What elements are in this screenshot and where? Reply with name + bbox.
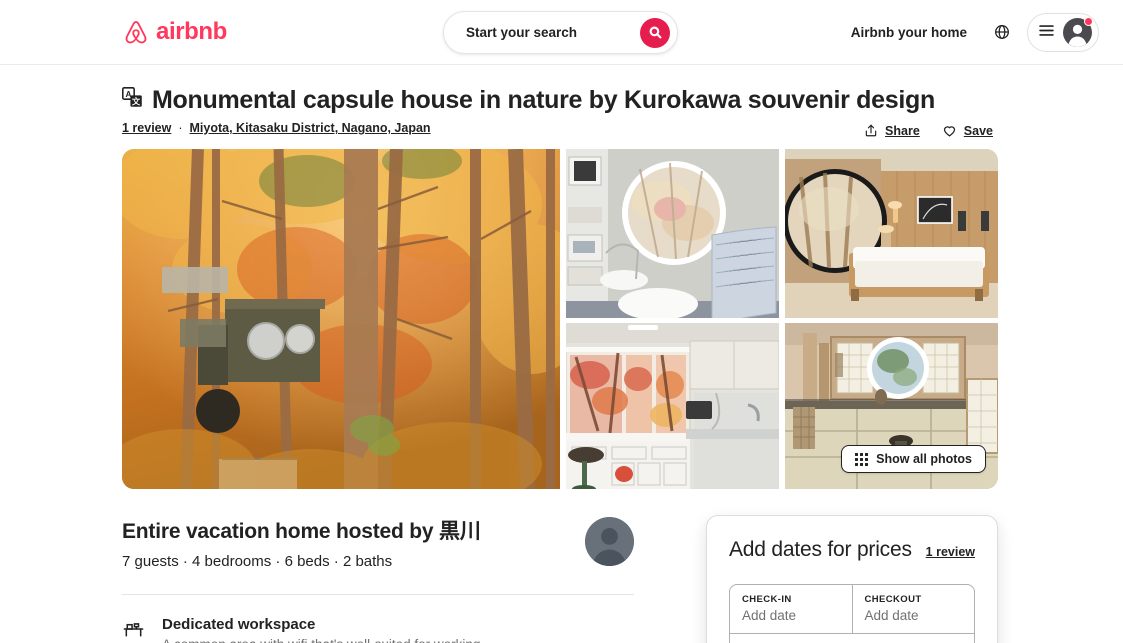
amenity-title: Dedicated workspace bbox=[162, 616, 316, 633]
amenity-dedicated-workspace: Dedicated workspace A common area with w… bbox=[122, 595, 634, 643]
gallery-photo-capsule-interior-round-window[interactable] bbox=[566, 149, 779, 318]
search-icon[interactable] bbox=[640, 17, 670, 48]
gallery-photo-capsule-house-autumn-forest[interactable] bbox=[122, 149, 560, 489]
page-title: A 文 Monumental capsule house in nature b… bbox=[121, 65, 1001, 115]
show-all-photos-label: Show all photos bbox=[876, 452, 972, 466]
notification-badge bbox=[1084, 16, 1093, 26]
translate-icon: A 文 bbox=[121, 86, 143, 113]
grid-icon bbox=[855, 452, 869, 466]
airbnb-logo[interactable]: airbnb bbox=[122, 18, 227, 47]
checkin-value: Add date bbox=[742, 608, 797, 623]
checkout-value: Add date bbox=[864, 608, 919, 623]
checkin-label: CHECK-IN bbox=[742, 594, 792, 605]
checkout-field[interactable]: CHECKOUT Add date bbox=[851, 585, 975, 633]
booking-card: Add dates for prices 1 review CHECK-IN A… bbox=[706, 515, 998, 643]
host-avatar-icon[interactable] bbox=[585, 517, 634, 566]
guests-field[interactable]: GUESTS bbox=[730, 633, 974, 643]
checkout-label: CHECKOUT bbox=[864, 594, 922, 605]
share-label: Share bbox=[885, 123, 920, 138]
gallery-photo-tatami-room-round-window[interactable]: Show all photos bbox=[785, 323, 998, 489]
globe-icon[interactable] bbox=[985, 15, 1019, 49]
airbnb-wordmark: airbnb bbox=[156, 18, 227, 45]
listing-details-column: Entire vacation home hosted by 黒川 7 gues… bbox=[122, 515, 634, 643]
listing-body: Entire vacation home hosted by 黒川 7 gues… bbox=[122, 515, 1001, 643]
header-actions: Airbnb your home bbox=[839, 0, 1099, 64]
host-section: Entire vacation home hosted by 黒川 7 gues… bbox=[122, 515, 634, 594]
gallery-photo-kitchen-autumn-view[interactable] bbox=[566, 323, 779, 489]
booking-reviews-link[interactable]: 1 review bbox=[926, 545, 975, 559]
user-menu-button[interactable] bbox=[1027, 12, 1099, 52]
host-title: Entire vacation home hosted by 黒川 bbox=[122, 520, 481, 543]
airbnb-bellhop-icon bbox=[122, 18, 150, 47]
listing-title: Monumental capsule house in nature by Ku… bbox=[152, 86, 935, 114]
gallery-photo-bedroom-wood-panel[interactable] bbox=[785, 149, 998, 318]
heart-icon bbox=[942, 123, 957, 138]
desk-workspace-icon bbox=[122, 618, 145, 643]
search-placeholder: Start your search bbox=[466, 25, 578, 40]
date-picker-row: CHECK-IN Add date CHECKOUT Add date bbox=[730, 585, 974, 633]
listing-actions: Share Save bbox=[856, 117, 1001, 144]
booking-header: Add dates for prices 1 review bbox=[729, 538, 975, 562]
show-all-photos-button[interactable]: Show all photos bbox=[841, 445, 986, 473]
photo-gallery: Show all photos bbox=[122, 149, 1001, 489]
save-button[interactable]: Save bbox=[934, 117, 1001, 144]
date-picker: CHECK-IN Add date CHECKOUT Add date GUES… bbox=[729, 584, 975, 643]
share-button[interactable]: Share bbox=[856, 117, 928, 144]
avatar bbox=[1063, 16, 1093, 47]
reviews-link[interactable]: 1 review bbox=[122, 121, 171, 135]
amenity-description: A common area with wifi that's well-suit… bbox=[162, 637, 484, 643]
subtitle-separator: · bbox=[178, 121, 183, 135]
site-header: airbnb Start your search Airbnb your hom… bbox=[0, 0, 1123, 65]
hamburger-menu-icon bbox=[1039, 23, 1054, 41]
listing-subtitle: 1 review · Miyota, Kitasaku District, Na… bbox=[122, 121, 1001, 138]
save-label: Save bbox=[963, 123, 993, 138]
location-link[interactable]: Miyota, Kitasaku District, Nagano, Japan bbox=[190, 121, 431, 135]
listing-page: A 文 Monumental capsule house in nature b… bbox=[0, 65, 1123, 643]
search-bar[interactable]: Start your search bbox=[443, 11, 678, 54]
host-info: Entire vacation home hosted by 黒川 7 gues… bbox=[122, 515, 481, 570]
host-capacity-details: 7 guests · 4 bedrooms · 6 beds · 2 baths bbox=[122, 553, 393, 570]
svg-text:文: 文 bbox=[132, 97, 141, 107]
amenity-text: Dedicated workspace A common area with w… bbox=[162, 616, 484, 643]
booking-title: Add dates for prices bbox=[729, 538, 912, 561]
share-upload-icon bbox=[864, 123, 878, 138]
checkin-field[interactable]: CHECK-IN Add date bbox=[730, 585, 852, 633]
airbnb-your-home-link[interactable]: Airbnb your home bbox=[839, 15, 979, 50]
